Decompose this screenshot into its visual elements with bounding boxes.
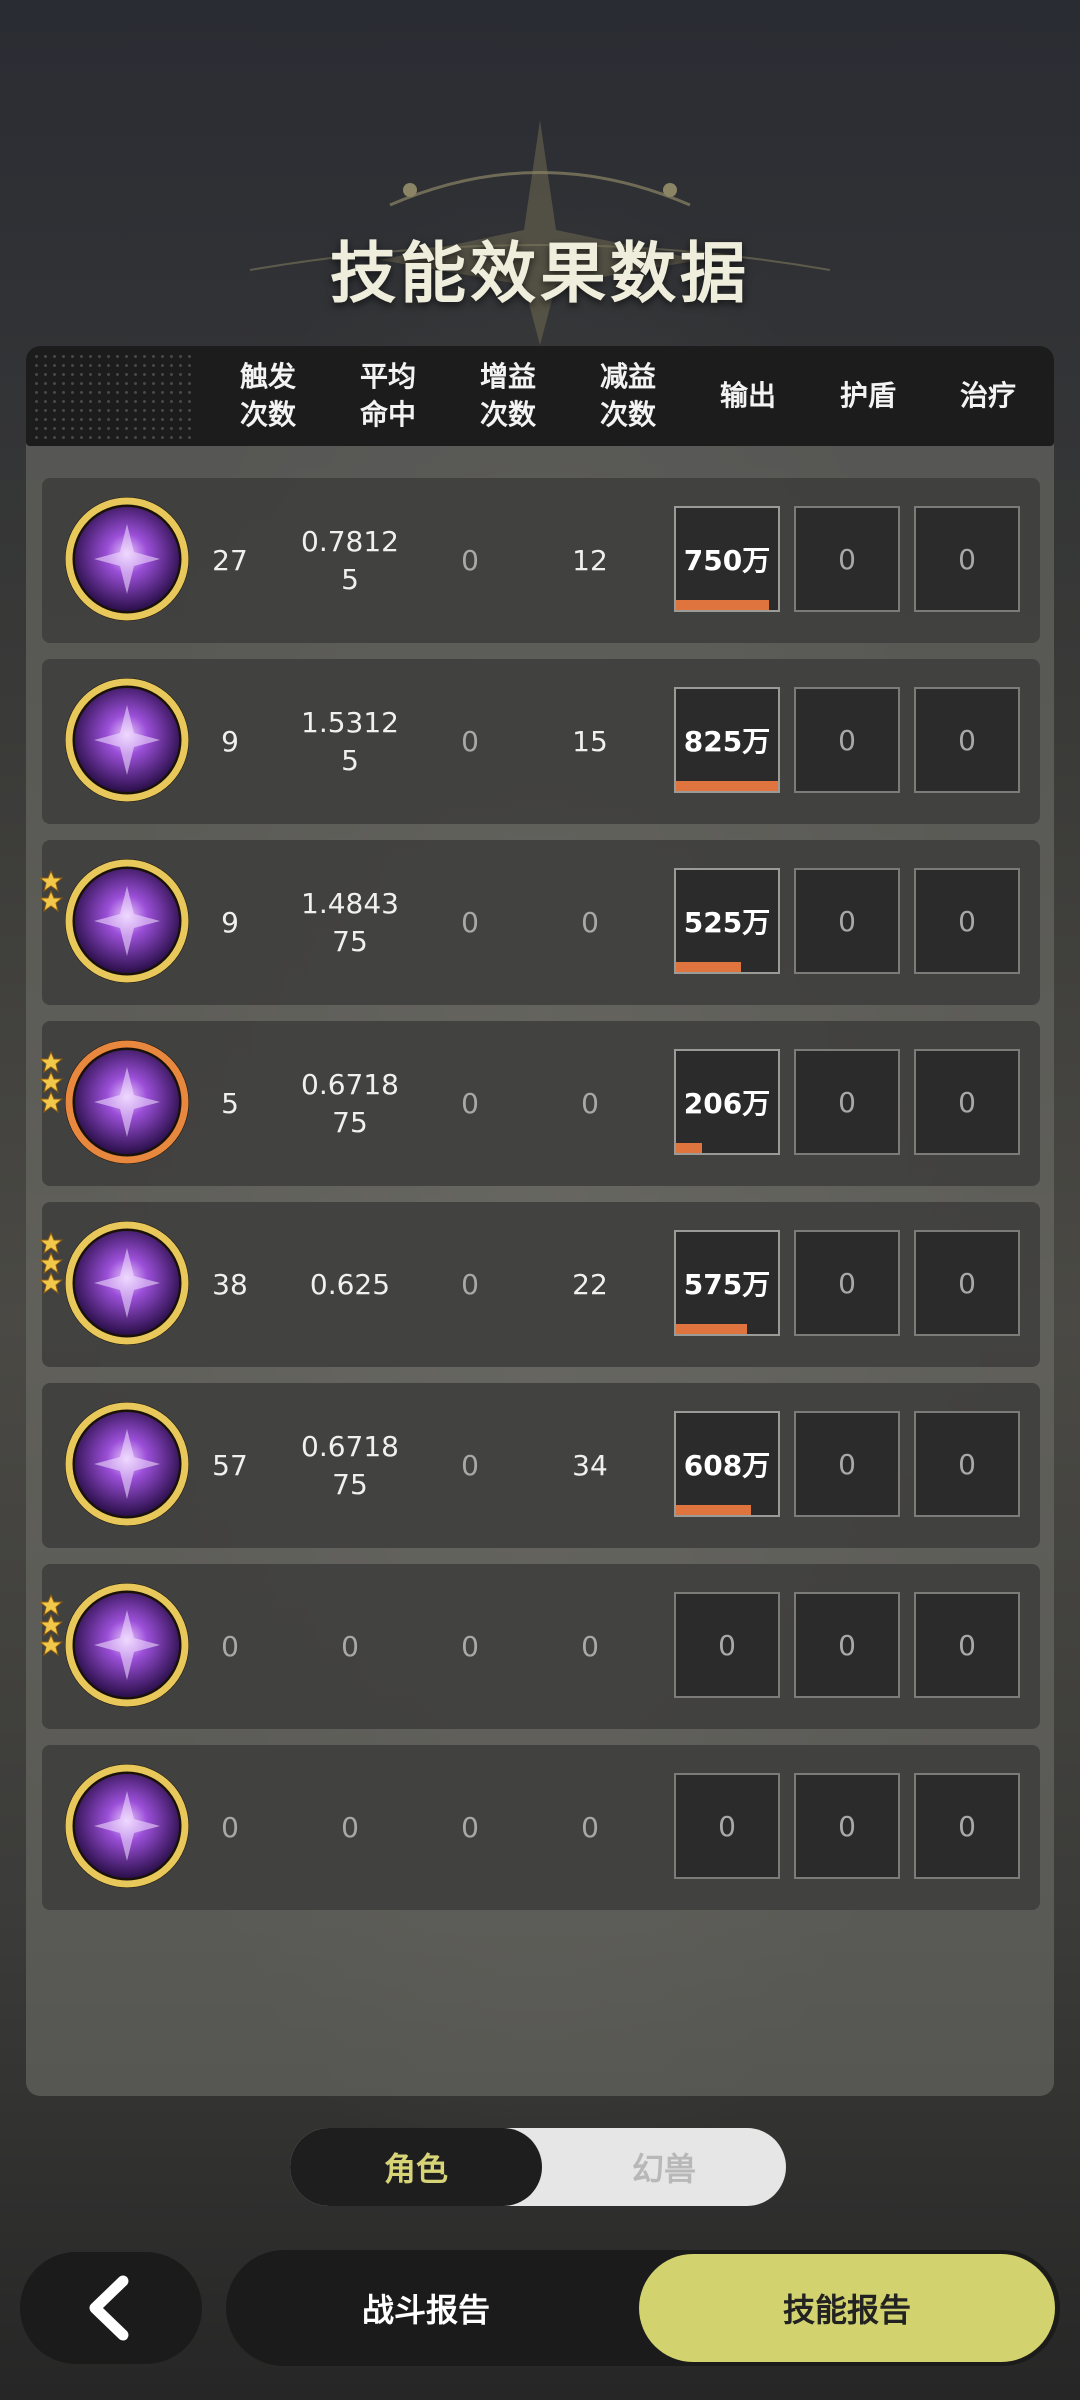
col-buffs-header: 增益 次数 — [479, 360, 536, 431]
table-row: 9 1.53125 0 15 825万 0 0 — [42, 659, 1040, 824]
toggle-role-option[interactable]: 角色 — [290, 2128, 542, 2206]
average-hit: 1.53125 — [301, 705, 399, 777]
page-title: 技能效果数据 — [330, 235, 750, 312]
table-row: 57 0.671875 0 34 608万 0 0 — [42, 1383, 1040, 1548]
report-tabs: 战斗报告 技能报告 — [226, 2250, 1060, 2366]
col-avg-hit-header: 平均 命中 — [359, 360, 416, 431]
shield-value: 0 — [794, 1230, 900, 1336]
table-row: 0000000 — [38, 1564, 1040, 1729]
heal-value: 0 — [914, 687, 1020, 793]
average-hit: 0.671875 — [301, 1429, 399, 1501]
table-row: 9 1.484375 0 0 525万 0 0 — [38, 840, 1040, 1005]
buff-count: 0 — [461, 1086, 479, 1120]
debuff-count: 0 — [581, 1086, 599, 1120]
debuff-count: 15 — [572, 724, 608, 758]
heal-value: 0 — [914, 506, 1020, 612]
output-value: 206万 — [674, 1049, 780, 1155]
trigger-count: 27 — [212, 543, 248, 577]
buff-count: 0 — [461, 543, 479, 577]
role-beast-toggle[interactable]: 角色 幻兽 — [290, 2128, 786, 2206]
output-value: 825万 — [674, 687, 780, 793]
back-button[interactable] — [20, 2252, 202, 2364]
average-hit: 0 — [341, 1810, 359, 1844]
debuff-count: 0 — [581, 1629, 599, 1663]
shield-value: 0 — [794, 506, 900, 612]
toggle-beast-option[interactable]: 幻兽 — [542, 2128, 786, 2206]
trigger-count: 38 — [212, 1267, 248, 1301]
output-bar — [676, 1143, 702, 1153]
trigger-count: 9 — [221, 724, 239, 758]
output-value: 525万 — [674, 868, 780, 974]
table-row: 5 0.671875 0 0 206万 0 0 — [38, 1021, 1040, 1186]
table-row: 38 0.625 0 22 575万 0 0 — [38, 1202, 1040, 1367]
average-hit: 0.625 — [309, 1267, 391, 1301]
tab-battle-report[interactable]: 战斗报告 — [226, 2250, 626, 2366]
output-value: 0 — [674, 1773, 780, 1879]
heal-value: 0 — [914, 868, 1020, 974]
buff-count: 0 — [461, 724, 479, 758]
shield-value: 0 — [794, 687, 900, 793]
buff-count: 0 — [461, 1267, 479, 1301]
buff-count: 0 — [461, 1629, 479, 1663]
output-value: 575万 — [674, 1230, 780, 1336]
trigger-count: 0 — [221, 1629, 239, 1663]
average-hit: 0.78125 — [301, 524, 399, 596]
star-rank-icon — [38, 1231, 64, 1302]
star-rank-icon — [38, 1050, 64, 1121]
table-header: 触发 次数 平均 命中 增益 次数 减益 次数 输出 护盾 治疗 — [26, 346, 1054, 446]
trigger-count: 5 — [221, 1086, 239, 1120]
table-row: 0000000 — [42, 1745, 1040, 1910]
col-shield-header: 护盾 — [839, 379, 896, 412]
average-hit: 1.484375 — [301, 886, 399, 958]
output-value: 750万 — [674, 506, 780, 612]
heal-value: 0 — [914, 1592, 1020, 1698]
debuff-count: 22 — [572, 1267, 608, 1301]
heal-value: 0 — [914, 1773, 1020, 1879]
trigger-count: 9 — [221, 905, 239, 939]
output-value: 608万 — [674, 1411, 780, 1517]
shield-value: 0 — [794, 1592, 900, 1698]
output-bar — [676, 962, 742, 972]
shield-value: 0 — [794, 1411, 900, 1517]
shield-value: 0 — [794, 868, 900, 974]
heal-value: 0 — [914, 1230, 1020, 1336]
output-bar — [676, 1324, 748, 1334]
average-hit: 0.671875 — [301, 1067, 399, 1139]
table-row: 27 0.78125 0 12 750万 0 0 — [42, 478, 1040, 643]
shield-value: 0 — [794, 1049, 900, 1155]
col-triggers-header: 触发 次数 — [239, 360, 296, 431]
output-bar — [676, 781, 778, 791]
output-bar — [676, 1505, 752, 1515]
col-heal-header: 治疗 — [959, 379, 1016, 412]
header-pattern — [32, 352, 192, 440]
heal-value: 0 — [914, 1411, 1020, 1517]
shield-value: 0 — [794, 1773, 900, 1879]
trigger-count: 0 — [221, 1810, 239, 1844]
star-rank-icon — [38, 869, 64, 918]
tab-skill-report[interactable]: 技能报告 — [639, 2254, 1055, 2362]
heal-value: 0 — [914, 1049, 1020, 1155]
col-debuffs-header: 减益 次数 — [599, 360, 656, 431]
buff-count: 0 — [461, 905, 479, 939]
star-rank-icon — [38, 1593, 64, 1664]
debuff-count: 12 — [572, 543, 608, 577]
average-hit: 0 — [341, 1629, 359, 1663]
buff-count: 0 — [461, 1810, 479, 1844]
trigger-count: 57 — [212, 1448, 248, 1482]
chevron-left-icon — [89, 2275, 129, 2341]
buff-count: 0 — [461, 1448, 479, 1482]
debuff-count: 34 — [572, 1448, 608, 1482]
debuff-count: 0 — [581, 1810, 599, 1844]
debuff-count: 0 — [581, 905, 599, 939]
output-bar — [676, 600, 769, 610]
output-value: 0 — [674, 1592, 780, 1698]
col-output-header: 输出 — [719, 379, 776, 412]
